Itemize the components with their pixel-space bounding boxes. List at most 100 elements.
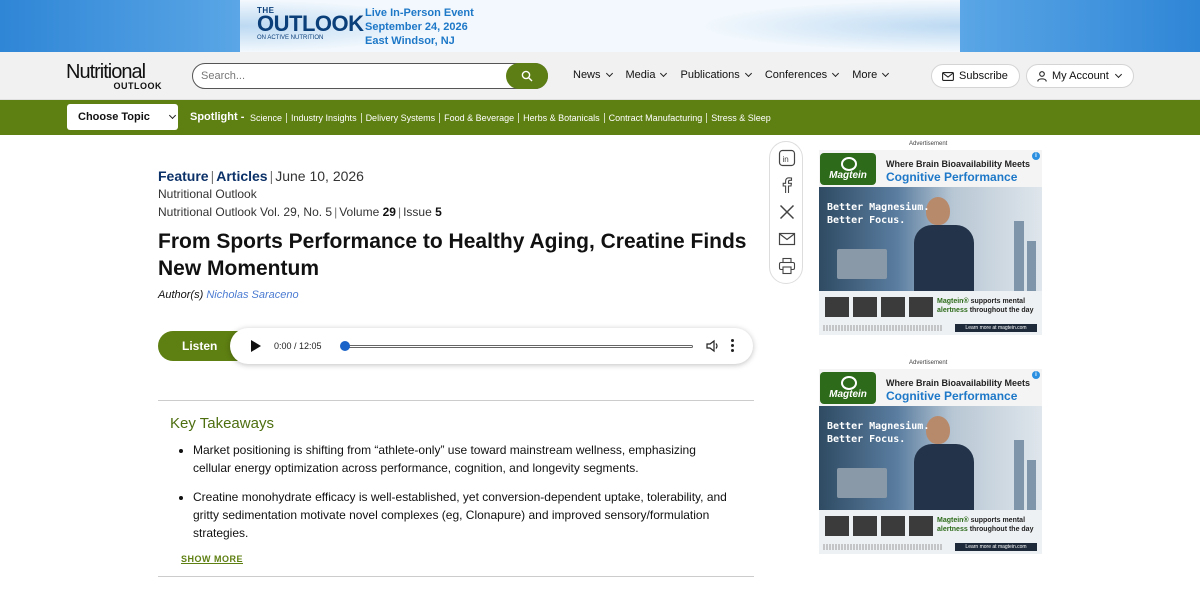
audio-progress-track[interactable] [345,345,693,348]
event-date: September 24, 2026 [365,21,468,33]
spotlight-link-industry-insights[interactable]: Industry Insights [287,113,362,123]
main-header: Nutritional OUTLOOK News Media Publicati… [0,52,1200,100]
list-item: Market positioning is shifting from “ath… [193,441,733,477]
more-options-icon[interactable] [731,339,735,354]
magtein-ad[interactable]: Magtein Where Brain Bioavailability Meet… [819,369,1042,554]
chevron-down-icon [744,69,752,78]
ad-headline-accent: Cognitive Performance [886,170,1018,184]
spotlight-label: Spotlight - [190,111,245,123]
ad-headline: Where Brain Bioavailability Meets [886,378,1031,388]
ad-photo: Better Magnesium. Better Focus. [819,406,1042,510]
my-account-button[interactable]: My Account [1026,64,1134,88]
ad-learn-more[interactable]: Learn more at magtein.com [955,324,1037,332]
issue-prefix: Nutritional Outlook Vol. 29, No. 5 [158,205,333,219]
ad-fine-print [823,325,943,331]
subscribe-button[interactable]: Subscribe [931,64,1020,88]
ad-info-icon[interactable]: i [1032,152,1040,160]
chevron-down-icon [660,69,668,78]
laptop-image [837,468,887,498]
email-icon[interactable] [778,230,796,248]
site-logo[interactable]: Nutritional OUTLOOK [66,61,166,91]
ad-support-text: Magtein® supports mental alertness throu… [937,298,1034,314]
nav-publications-label: Publications [680,69,740,81]
share-rail: in [769,141,803,284]
choose-topic-dropdown[interactable]: Choose Topic [67,104,178,130]
search-button[interactable] [506,63,548,89]
magtein-ad[interactable]: Magtein Where Brain Bioavailability Meet… [819,150,1042,335]
nav-more[interactable]: More [852,69,890,81]
award-badge [825,516,849,536]
spotlight-link-herbs-botanicals[interactable]: Herbs & Botanicals [519,113,605,123]
ad-info-icon[interactable]: i [1032,371,1040,379]
nav-media[interactable]: Media [626,69,668,81]
author-label: Author(s) [158,289,204,301]
ad-photo: Better Magnesium. Better Focus. [819,187,1042,291]
spotlight-links: Science Industry Insights Delivery Syste… [250,113,775,123]
magtein-logo: Magtein [820,153,876,185]
nav-more-label: More [852,69,878,81]
article-issue: Nutritional Outlook Vol. 29, No. 5 | Volum… [158,205,442,219]
event-banner[interactable]: THE OUTLOOK ON ACTIVE NUTRITION Live In-… [0,0,1200,52]
spotlight-link-science[interactable]: Science [250,113,288,123]
x-icon[interactable] [778,203,796,221]
chevron-down-icon [168,111,176,120]
my-account-label: My Account [1052,70,1109,82]
award-badge [825,297,849,317]
show-more-button[interactable]: SHOW MORE [181,554,243,564]
ad-fine-print [823,544,943,550]
search-icon [521,70,533,82]
choose-topic-label: Choose Topic [78,111,150,123]
site-logo-main: Nutritional [66,61,146,83]
volume-number: 29 [382,205,396,219]
issue-label: Issue [403,205,432,219]
spotlight-link-contract-manufacturing[interactable]: Contract Manufacturing [605,113,708,123]
article-author: Author(s) Nicholas Saraceno [158,289,299,301]
ad-header: Magtein Where Brain Bioavailability Meet… [819,369,1042,406]
spotlight-link-delivery-systems[interactable]: Delivery Systems [362,113,441,123]
article-type-link[interactable]: Feature [158,168,209,184]
topic-bar: Choose Topic Spotlight - Science Industr… [0,100,1200,135]
linkedin-icon[interactable]: in [778,149,796,167]
author-link[interactable]: Nicholas Saraceno [206,289,298,301]
meta-separator: | [397,205,402,219]
envelope-icon [942,71,954,81]
award-badge [853,297,877,317]
nav-news-label: News [573,69,601,81]
ad-footer: Magtein® supports mental alertness throu… [819,510,1042,554]
nav-news[interactable]: News [573,69,613,81]
article-date: June 10, 2026 [275,168,364,184]
article-category-link[interactable]: Articles [216,168,267,184]
ad-learn-more[interactable]: Learn more at magtein.com [955,543,1037,551]
nav-publications[interactable]: Publications [680,69,752,81]
award-badge [909,297,933,317]
list-item: Creatine monohydrate efficacy is well-es… [193,488,733,542]
article-title: From Sports Performance to Healthy Aging… [158,230,747,280]
award-badge [909,516,933,536]
nav-conferences[interactable]: Conferences [764,69,840,81]
facebook-icon[interactable] [778,176,796,194]
nav-conferences-label: Conferences [764,69,828,81]
laptop-image [837,249,887,279]
svg-text:in: in [783,155,789,164]
ad-slogan: Better Magnesium. Better Focus. [827,421,930,445]
spotlight-link-stress-sleep[interactable]: Stress & Sleep [707,113,775,123]
ad-support-text: Magtein® supports mental alertness throu… [937,517,1034,533]
event-location: East Windsor, NJ [365,35,455,47]
subscribe-label: Subscribe [959,70,1008,82]
ad-header: Magtein Where Brain Bioavailability Meet… [819,150,1042,187]
chevron-down-icon [832,69,840,78]
chevron-down-icon [605,69,613,78]
volume-icon[interactable] [706,339,720,353]
audio-player: 0:00 / 12:05 [230,328,753,364]
search-input[interactable] [201,67,501,85]
primary-nav: News Media Publications Conferences More [573,69,890,81]
advertisement-label: Advertisement [909,360,948,366]
play-icon[interactable] [251,340,261,352]
article-meta: Feature | Articles | June 10, 2026 [158,168,364,184]
audio-progress-thumb[interactable] [340,341,350,351]
print-icon[interactable] [778,257,796,275]
outlook-logo-word: OUTLOOK [257,11,364,36]
search-bar [192,63,548,89]
ad-slogan: Better Magnesium. Better Focus. [827,202,930,226]
spotlight-link-food-beverage[interactable]: Food & Beverage [440,113,520,123]
